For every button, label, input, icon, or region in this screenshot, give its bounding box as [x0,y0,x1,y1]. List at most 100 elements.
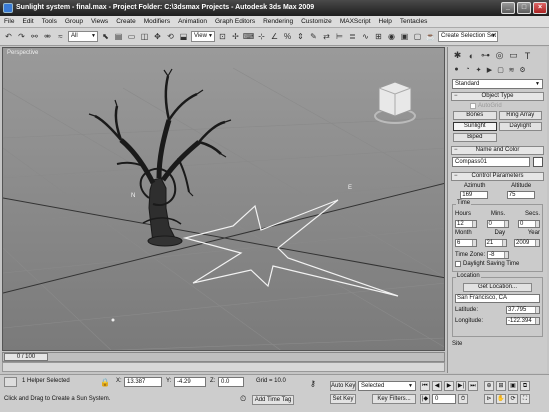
menu-edit[interactable]: Edit [22,18,33,25]
year-spinner[interactable]: 2009 [514,238,540,247]
align-icon[interactable]: ⊨ [334,31,345,43]
menu-rendering[interactable]: Rendering [263,18,293,25]
bones-button[interactable]: Bones [453,111,497,120]
select-by-name-icon[interactable]: ▤ [113,31,124,43]
key-mode-toggle-icon[interactable]: |◆ [420,394,430,404]
zoom-extents-all-icon[interactable]: ⧉ [520,381,530,391]
mirror-icon[interactable]: ⇄ [321,31,332,43]
key-filters-button[interactable]: Key Filters... [372,394,416,404]
current-frame-spinner[interactable]: 0 [432,394,456,404]
motion-tab-icon[interactable]: ◎ [494,50,505,61]
object-name-field[interactable]: Compass01 [452,157,530,167]
manipulate-icon[interactable]: ✢ [230,31,241,43]
menu-help[interactable]: Help [379,18,392,25]
selection-region-icon[interactable]: ▭ [126,31,137,43]
sunlight-button[interactable]: Sunlight [453,122,497,131]
keyboard-shortcut-icon[interactable]: ⌨ [243,31,255,43]
maximize-button[interactable]: □ [517,2,531,14]
render-setup-icon[interactable]: ▣ [399,31,410,43]
modify-tab-icon[interactable]: ◐ [466,50,477,61]
previous-frame-icon[interactable]: ◀ [432,381,442,391]
daylight-saving-checkbox[interactable]: Daylight Saving Time [455,259,540,268]
redo-icon[interactable]: ↷ [16,31,27,43]
day-spinner[interactable]: 21 [484,238,507,247]
angle-snap-icon[interactable]: ∠ [269,31,280,43]
hierarchy-tab-icon[interactable]: ⊶ [480,50,491,61]
play-icon[interactable]: ▶ [444,381,454,391]
menu-customize[interactable]: Customize [301,18,332,25]
layer-manager-icon[interactable]: ≣ [347,31,358,43]
menu-group[interactable]: Group [65,18,83,25]
time-slider[interactable]: 0 / 100 [2,352,445,362]
longitude-spinner[interactable]: -122.394 [506,316,540,325]
timezone-spinner[interactable]: -8 [487,250,510,259]
zoom-icon[interactable]: ⊕ [484,381,494,391]
reference-coord-dropdown[interactable]: View ▼ [191,31,215,42]
named-selection-edit-icon[interactable]: ✎ [308,31,319,43]
object-type-rollout[interactable]: − Object Type [451,92,544,101]
mins-spinner[interactable]: 0 [486,219,509,228]
maximize-viewport-icon[interactable]: ⛶ [520,394,530,404]
select-rotate-icon[interactable]: ⟲ [165,31,176,43]
menu-tentacles[interactable]: Tentacles [400,18,427,25]
selection-filter-dropdown[interactable]: All ▼ [68,31,98,42]
display-tab-icon[interactable]: ▭ [508,50,519,61]
time-configuration-icon[interactable]: ⏱ [458,394,468,404]
orbit-icon[interactable]: ⟳ [508,394,518,404]
link-icon[interactable]: ⚯ [29,31,40,43]
key-mode-dropdown[interactable]: Selected ▼ [358,381,416,391]
menu-animation[interactable]: Animation [178,18,207,25]
menu-views[interactable]: Views [91,18,108,25]
biped-button[interactable]: Biped [453,133,497,142]
percent-snap-icon[interactable]: % [282,31,293,43]
rendered-frame-icon[interactable]: ▢ [412,31,423,43]
latitude-spinner[interactable]: 37.795 [506,305,540,314]
x-coordinate-field[interactable]: 13.387 [124,377,162,387]
cameras-icon[interactable]: ▶ [485,65,494,74]
maxscript-listener-icon[interactable] [4,377,17,387]
minimize-button[interactable]: _ [501,2,515,14]
snaps-toggle-icon[interactable]: ⊹ [256,31,267,43]
hours-spinner[interactable]: 12 [455,219,477,228]
daylight-button[interactable]: Daylight [498,122,542,131]
helpers-icon[interactable]: ▢ [496,65,505,74]
viewport-label[interactable]: Perspective [7,50,38,56]
go-to-start-icon[interactable]: ⏮ [420,381,430,391]
secs-spinner[interactable]: 0 [518,219,540,228]
next-frame-icon[interactable]: ▶| [456,381,466,391]
menu-create[interactable]: Create [116,18,136,25]
bind-space-warp-icon[interactable]: ≈ [55,31,66,43]
close-button[interactable]: × [533,2,547,14]
systems-icon[interactable]: ⚙ [518,65,527,74]
select-move-icon[interactable]: ✥ [152,31,163,43]
ring-array-button[interactable]: Ring Array [498,111,542,120]
name-color-rollout[interactable]: − Name and Color [451,146,544,155]
menu-graph-editors[interactable]: Graph Editors [215,18,255,25]
z-coordinate-field[interactable]: 0.0 [218,377,244,387]
menu-maxscript[interactable]: MAXScript [340,18,371,25]
space-warps-icon[interactable]: ≋ [507,65,516,74]
time-tag-icon[interactable]: ⏲ [240,394,246,404]
select-object-icon[interactable]: ⬉ [100,31,111,43]
time-slider-thumb[interactable]: 0 / 100 [4,353,48,361]
named-selection-set-dropdown[interactable]: Create Selection Set ▼ [438,31,498,42]
month-spinner[interactable]: 6 [455,238,477,247]
spinner-snap-icon[interactable]: ⇕ [295,31,306,43]
menu-modifiers[interactable]: Modifiers [144,18,170,25]
perspective-viewport[interactable]: N E Perspective [2,47,445,351]
shapes-icon[interactable]: ◔ [463,65,472,74]
pan-view-icon[interactable]: ✋ [496,394,506,404]
zoom-all-icon[interactable]: ⊞ [496,381,506,391]
curve-editor-icon[interactable]: ∿ [360,31,371,43]
set-key-button[interactable]: Set Key [330,394,356,404]
go-to-end-icon[interactable]: ⏭ [468,381,478,391]
auto-key-button[interactable]: Auto Key [330,381,356,391]
category-dropdown[interactable]: Standard ▼ [452,79,543,89]
field-of-view-icon[interactable]: ⊳ [484,394,494,404]
undo-icon[interactable]: ↶ [3,31,14,43]
autogrid-checkbox[interactable]: AutoGrid [448,101,547,110]
material-editor-icon[interactable]: ◉ [386,31,397,43]
menu-tools[interactable]: Tools [42,18,57,25]
schematic-view-icon[interactable]: ⊞ [373,31,384,43]
window-crossing-icon[interactable]: ◫ [139,31,150,43]
